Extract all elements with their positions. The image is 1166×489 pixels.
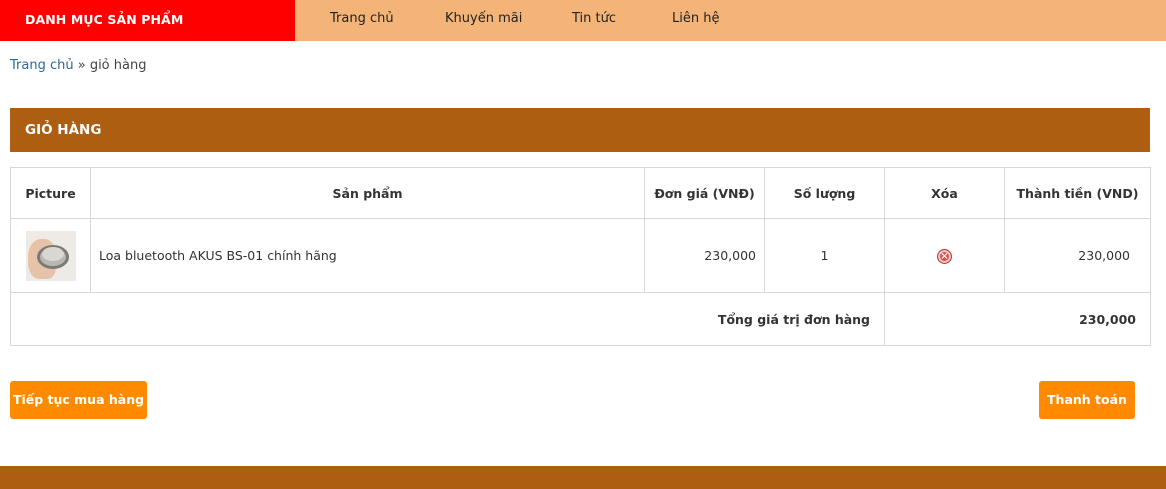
footer-bar — [0, 466, 1166, 489]
checkout-button[interactable]: Thanh toán — [1039, 381, 1135, 419]
column-header-delete: Xóa — [884, 167, 1005, 219]
column-header-picture: Picture — [10, 167, 91, 219]
total-label: Tổng giá trị đơn hàng — [10, 292, 885, 346]
breadcrumb-home-link[interactable]: Trang chủ — [10, 58, 74, 73]
breadcrumb: Trang chủ » giỏ hàng — [10, 58, 146, 73]
table-row: Loa bluetooth AKUS BS-01 chính hãng 230,… — [10, 218, 1151, 293]
product-image-cell — [10, 218, 91, 293]
breadcrumb-separator: » — [73, 58, 90, 73]
table-header-row: Picture Sản phẩm Đơn giá (VNĐ) Số lượng … — [10, 167, 1151, 219]
speaker-product-image[interactable] — [25, 230, 76, 281]
unit-price: 230,000 — [644, 218, 765, 293]
top-navigation: DANH MỤC SẢN PHẨM Trang chủ Khuyến mãi T… — [0, 0, 1166, 41]
cart-title: GIỎ HÀNG — [10, 108, 1150, 152]
column-header-subtotal: Thành tiền (VND) — [1004, 167, 1151, 219]
total-value: 230,000 — [884, 292, 1151, 346]
nav-item-news[interactable]: Tin tức — [572, 0, 616, 41]
subtotal: 230,000 — [1004, 218, 1151, 293]
nav-item-home[interactable]: Trang chủ — [330, 0, 394, 41]
column-header-quantity: Số lượng — [764, 167, 885, 219]
remove-icon[interactable]: × — [937, 248, 952, 264]
continue-shopping-button[interactable]: Tiếp tục mua hàng — [10, 381, 147, 419]
column-header-product: Sản phẩm — [90, 167, 645, 219]
breadcrumb-current: giỏ hàng — [89, 58, 147, 73]
category-menu-button[interactable]: DANH MỤC SẢN PHẨM — [0, 0, 295, 41]
nav-item-promotions[interactable]: Khuyến mãi — [445, 0, 522, 41]
product-name[interactable]: Loa bluetooth AKUS BS-01 chính hãng — [90, 218, 645, 293]
total-row: Tổng giá trị đơn hàng 230,000 — [10, 292, 1151, 346]
cart-table: Picture Sản phẩm Đơn giá (VNĐ) Số lượng … — [10, 167, 1151, 346]
nav-item-contact[interactable]: Liên hệ — [672, 0, 719, 41]
delete-cell: × — [884, 218, 1005, 293]
column-header-unit-price: Đơn giá (VNĐ) — [644, 167, 765, 219]
quantity[interactable]: 1 — [764, 218, 885, 293]
